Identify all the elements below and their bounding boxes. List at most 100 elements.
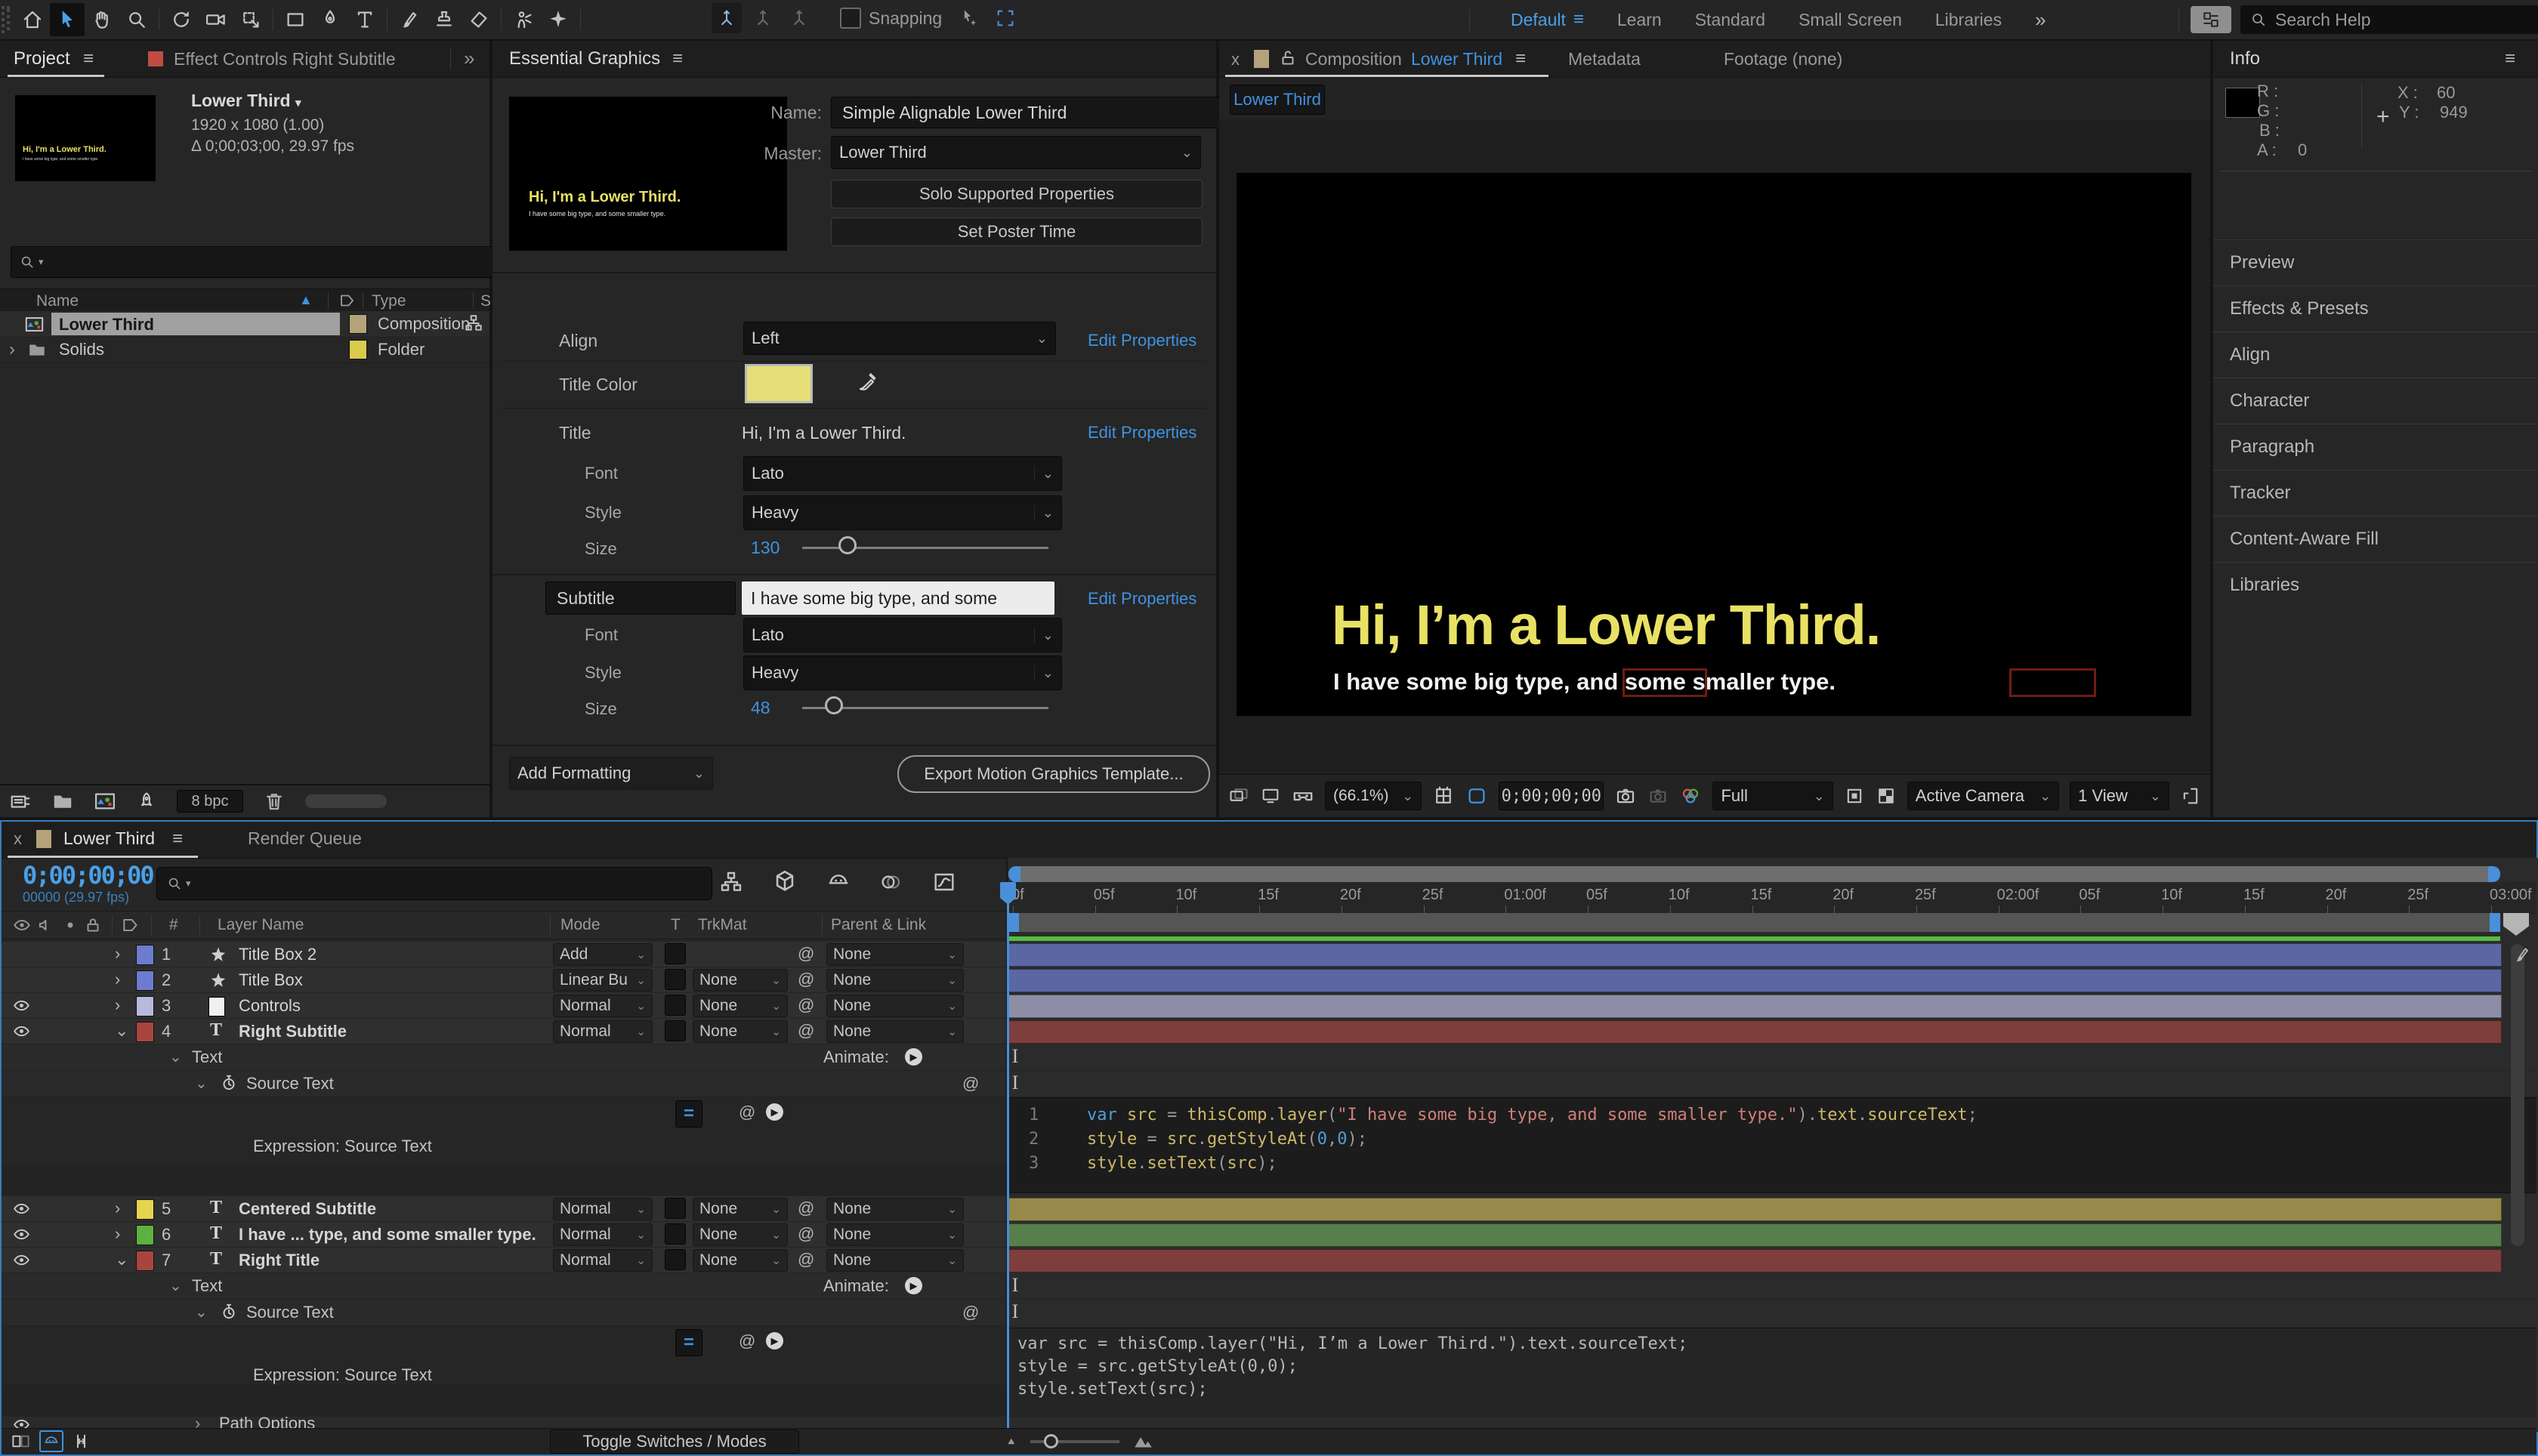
col-mode[interactable]: Mode [560,916,601,934]
layer-name[interactable]: Right Title [239,1251,320,1270]
project-sort-asc-icon[interactable]: ▲ [299,292,313,308]
workspace-settings-button[interactable] [2191,6,2231,33]
layer-label-swatch[interactable] [136,1251,154,1271]
animate-menu-icon[interactable]: ▶ [905,1048,922,1066]
panel-header-tracker[interactable]: Tracker [2213,470,2538,516]
layer-duration-bar[interactable] [1008,1249,2502,1272]
layer-mode-dropdown[interactable]: Add⌄ [553,943,653,966]
tool-view-axis[interactable] [784,3,814,33]
keyframe-ibeam[interactable]: I [1011,1047,1020,1066]
expression-code-line[interactable]: style.setText(src); [1017,1380,1208,1399]
view-layout-dropdown[interactable]: 1 View⌄ [2070,782,2169,810]
solo-supported-properties-button[interactable]: Solo Supported Properties [831,180,1203,208]
layer-name[interactable]: I have ... type, and some smaller type. [239,1225,536,1245]
layer-row-6[interactable]: ›6TI have ... type, and some smaller typ… [2,1222,1006,1248]
tool-stamp[interactable] [427,3,462,36]
parent-pickwhip-icon[interactable]: @ [798,1250,814,1269]
layer-quality-icon[interactable] [2512,945,2532,964]
composition-network-icon[interactable] [464,313,483,333]
layer-name[interactable]: Title Box [239,970,303,990]
title-style-dropdown[interactable]: Heavy⌄ [743,495,1062,530]
expression-toolbar-row-right-subtitle[interactable]: =@▶ [2,1097,1006,1131]
snapping-checkbox[interactable] [840,8,861,29]
text-expand-chevron[interactable]: ⌄ [169,1276,182,1295]
workspace-learn[interactable]: Learn [1617,10,1662,30]
layer-name[interactable]: Title Box 2 [239,945,316,964]
search-help-box[interactable]: Search Help [2240,5,2538,34]
tool-pan-behind[interactable] [233,3,268,36]
workspace-overflow[interactable]: » [2035,8,2046,32]
primary-viewer-icon[interactable] [1260,785,1281,807]
layer-mode-dropdown[interactable]: Linear Bu⌄ [553,969,653,992]
tab-project[interactable]: Project [14,48,70,69]
panel-header-effects-presets[interactable]: Effects & Presets [2213,285,2538,332]
always-preview-icon[interactable] [1228,785,1249,807]
layer-row-1[interactable]: ›1Title Box 2Add⌄@None⌄ [2,942,1006,967]
draft-3d-icon[interactable] [772,868,798,894]
toggle-switches-modes-button[interactable]: Toggle Switches / Modes [550,1430,799,1454]
col-t[interactable]: T [671,916,681,934]
layer-parent-dropdown[interactable]: None⌄ [826,943,964,966]
active-camera-dropdown[interactable]: Active Camera⌄ [1907,782,2059,810]
layer-row-4[interactable]: ⌄4TRight SubtitleNormal⌄None⌄@None⌄ [2,1019,1006,1044]
layer-row-5[interactable]: ›5TCentered SubtitleNormal⌄None⌄@None⌄ [2,1196,1006,1222]
project-item-thumbnail[interactable]: Hi, I'm a Lower Third. I have some big t… [15,95,156,181]
tool-zoom[interactable] [119,3,154,36]
layer-eye-icon[interactable] [12,1251,31,1269]
panel-header-character[interactable]: Character [2213,378,2538,424]
title-color-swatch[interactable] [745,364,813,403]
stopwatch-icon[interactable] [219,1073,239,1093]
layer-label-swatch[interactable] [136,1225,154,1245]
layer-mode-dropdown[interactable]: Normal⌄ [553,995,653,1017]
navigator-start-handle[interactable] [1008,866,1020,882]
expression-code-line[interactable]: var src = thisComp.layer("I have some bi… [1087,1106,1978,1124]
frame-blend-icon[interactable] [11,1431,31,1451]
tab-render-queue[interactable]: Render Queue [248,828,362,849]
layer-duration-bar[interactable] [1008,969,2502,992]
text-group-row-right-subtitle[interactable]: ⌄TextAnimate:▶ [2,1044,1006,1071]
subtitle-font-dropdown[interactable]: Lato⌄ [743,618,1062,652]
parent-pickwhip-icon[interactable]: @ [798,1021,814,1041]
new-folder-icon[interactable] [51,790,74,813]
transparency-grid-icon[interactable] [1876,785,1897,807]
project-depth-button[interactable]: 8 bpc [177,790,243,813]
tab-info[interactable]: Info [2230,48,2260,69]
snap-along-edges-icon[interactable] [960,8,981,29]
layer-mode-dropdown[interactable]: Normal⌄ [553,1223,653,1246]
layer-eye-icon[interactable] [12,1022,31,1041]
tool-world-axis[interactable] [748,3,778,33]
subtitle-style-dropdown[interactable]: Heavy⌄ [743,656,1062,690]
zoom-out-icon[interactable] [1006,1433,1020,1447]
layer-expand-chevron[interactable]: ⌄ [115,1021,128,1041]
label-color-swatch[interactable] [349,340,367,359]
comp-breadcrumb-button[interactable]: Lower Third [1230,85,1325,115]
stopwatch-icon[interactable] [219,1302,239,1322]
parent-pickwhip-icon[interactable]: @ [798,1198,814,1218]
col-layer-name[interactable]: Layer Name [218,916,304,934]
layer-row-7[interactable]: ⌄7TRight TitleNormal⌄None⌄@None⌄ [2,1248,1006,1273]
show-snapshot-icon[interactable] [1647,785,1669,807]
tool-pen[interactable] [313,3,347,36]
tool-eraser[interactable] [462,3,496,36]
layer-parent-dropdown[interactable]: None⌄ [826,1223,964,1246]
timeline-vscrollbar[interactable] [2511,944,2524,1246]
title-font-dropdown[interactable]: Lato⌄ [743,456,1062,491]
parent-pickwhip-icon[interactable]: @ [798,970,814,989]
new-composition-icon[interactable] [94,790,116,813]
add-formatting-dropdown[interactable]: Add Formatting⌄ [509,757,713,790]
source-pickwhip-icon[interactable]: @ [962,1074,979,1094]
in-out-columns-icon[interactable] [71,1431,91,1451]
current-timecode[interactable]: 0;00;00;00 [23,861,153,890]
layer-parent-dropdown[interactable]: None⌄ [826,995,964,1017]
tab-metadata[interactable]: Metadata [1568,49,1641,69]
align-dropdown[interactable]: Left⌄ [743,322,1056,355]
layer-expand-chevron[interactable]: › [115,995,120,1015]
timeline-tab-close-icon[interactable]: x [14,829,22,849]
expression-code-line[interactable]: style = src.getStyleAt(0,0); [1017,1357,1298,1376]
project-col-name[interactable]: Name [36,292,79,310]
layer-trkmat-dropdown[interactable]: None⌄ [693,1223,788,1246]
eg-panel-menu-icon[interactable]: ≡ [672,48,683,69]
adjust-render-icon[interactable] [136,791,157,812]
comp-timecode[interactable]: 0;00;00;00 [1499,782,1604,810]
take-snapshot-icon[interactable] [1614,785,1637,807]
